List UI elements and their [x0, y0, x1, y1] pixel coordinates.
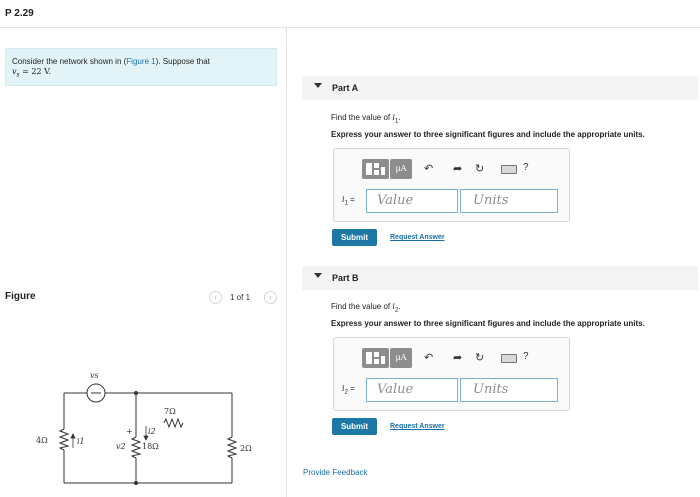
plus-label: +: [126, 427, 133, 436]
part-a-toolbar: μA ↶ ➦ ↻ ?: [362, 159, 562, 181]
r3-label: 18Ω: [142, 442, 159, 451]
reset-icon[interactable]: ↻: [475, 162, 484, 175]
part-b-question-text: Find the value of: [331, 302, 393, 311]
part-a-submit-button[interactable]: Submit: [332, 229, 377, 246]
part-b-header[interactable]: Part B: [302, 266, 698, 290]
r4-label: 2Ω: [240, 444, 252, 453]
problem-id: P 2.29: [5, 8, 34, 19]
part-b-instruction: Express your answer to three significant…: [331, 319, 645, 328]
r1-label: 4Ω: [36, 436, 48, 445]
r2-label: 7Ω: [164, 407, 176, 416]
figure-header: Figure ‹ 1 of 1 ›: [0, 286, 287, 308]
undo-icon[interactable]: ↶: [424, 351, 433, 364]
part-a-value-input[interactable]: Value: [366, 189, 458, 213]
part-b-units-input[interactable]: Units: [460, 378, 558, 402]
part-a-question: Find the value of i1.: [331, 113, 401, 125]
part-a-question-text: Find the value of: [331, 113, 393, 122]
units-icon[interactable]: μA: [390, 348, 412, 368]
redo-icon[interactable]: ➦: [453, 162, 462, 175]
part-b-request-answer-link[interactable]: Request Answer: [390, 423, 445, 430]
part-a-header[interactable]: Part A: [302, 76, 698, 100]
redo-icon[interactable]: ➦: [453, 351, 462, 364]
reset-icon[interactable]: ↻: [475, 351, 484, 364]
figure-link[interactable]: Figure 1: [126, 57, 155, 66]
i2-label: i2: [148, 427, 156, 436]
help-icon[interactable]: ?: [523, 351, 529, 362]
circuit-diagram: vs 7Ω 4Ω i1 18Ω i2 v2 + 2Ω: [36, 371, 252, 485]
part-b-question-suffix: .: [398, 302, 401, 311]
chevron-left-icon[interactable]: ‹: [209, 291, 222, 304]
intro-text-after: ). Suppose that: [155, 57, 210, 66]
help-icon[interactable]: ?: [523, 162, 529, 173]
part-a-request-answer-link[interactable]: Request Answer: [390, 234, 445, 241]
part-a-title: Part A: [332, 83, 359, 93]
intro-text: Consider the network shown in (: [12, 57, 127, 66]
templates-icon[interactable]: [362, 159, 389, 179]
part-a-var-label: i1 =: [342, 195, 355, 207]
caret-down-icon: [314, 83, 322, 88]
part-a-question-suffix: .: [398, 113, 401, 122]
part-b-answer-box: μA ↶ ➦ ↻ ? i2 = Value Units: [333, 337, 570, 411]
source-label: vs: [90, 371, 99, 380]
problem-statement: Consider the network shown in (Figure 1)…: [5, 48, 277, 86]
part-a-answer-box: μA ↶ ➦ ↻ ? i1 = Value Units: [333, 148, 570, 222]
top-bar: P 2.29: [0, 0, 700, 28]
part-a-units-input[interactable]: Units: [460, 189, 558, 213]
part-b-value-input[interactable]: Value: [366, 378, 458, 402]
caret-down-icon: [314, 273, 322, 278]
figure-title: Figure: [5, 291, 36, 302]
keyboard-icon[interactable]: [501, 165, 517, 174]
templates-icon[interactable]: [362, 348, 389, 368]
undo-icon[interactable]: ↶: [424, 162, 433, 175]
vs-value: = 22 V.: [19, 67, 52, 76]
part-b-submit-button[interactable]: Submit: [332, 418, 377, 435]
keyboard-icon[interactable]: [501, 354, 517, 363]
units-icon[interactable]: μA: [390, 159, 412, 179]
part-b-var-label: i2 =: [342, 384, 355, 396]
part-b-title: Part B: [332, 273, 359, 283]
chevron-right-icon[interactable]: ›: [264, 291, 277, 304]
figure-pager: 1 of 1: [230, 293, 251, 302]
right-panel: Part A Find the value of i1. Express you…: [287, 28, 700, 497]
part-b-question: Find the value of i2.: [331, 302, 401, 314]
part-a-instruction: Express your answer to three significant…: [331, 130, 645, 139]
part-a-var-eq: =: [347, 195, 355, 204]
left-panel: Consider the network shown in (Figure 1)…: [0, 28, 287, 497]
i1-label: i1: [77, 437, 85, 446]
provide-feedback-link[interactable]: Provide Feedback: [303, 468, 367, 477]
part-b-var-eq: =: [347, 384, 355, 393]
v2-label: v2: [116, 442, 126, 451]
part-b-toolbar: μA ↶ ➦ ↻ ?: [362, 348, 562, 370]
